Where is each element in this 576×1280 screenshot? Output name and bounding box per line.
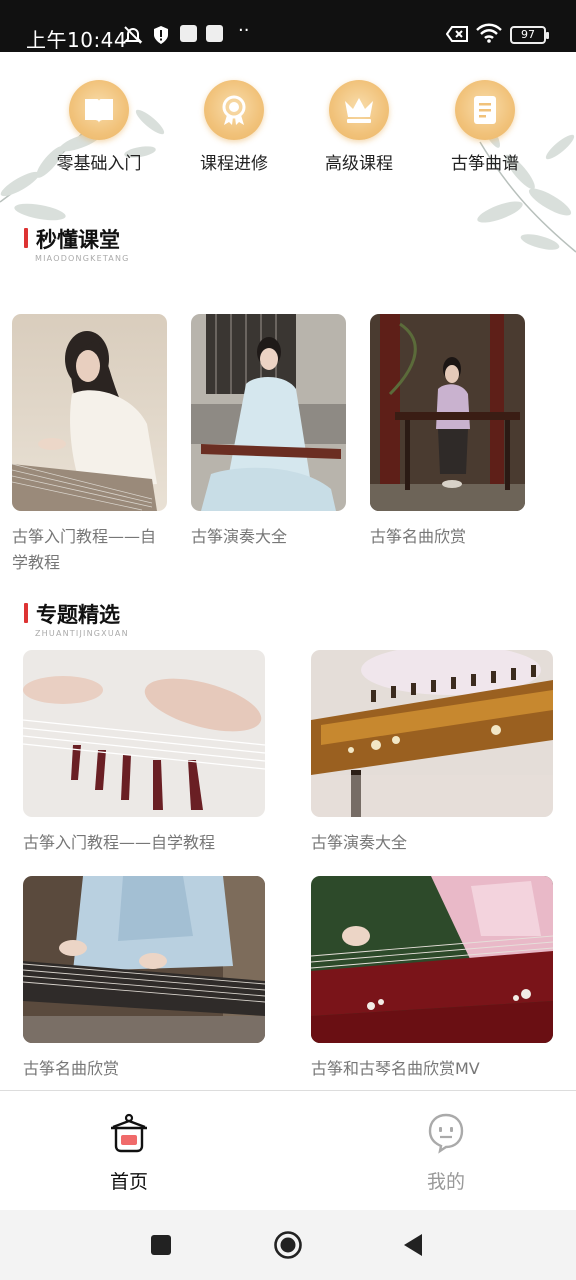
video-caption: 古筝入门教程——自学教程 [12, 527, 157, 572]
tab-home-label: 首页 [109, 1171, 148, 1193]
quick-video-card[interactable]: 古筝演奏大全 [191, 314, 347, 550]
status-bar: 上午10:44 ·· 97 [0, 0, 576, 52]
topic-card[interactable]: 古筝演奏大全 [311, 650, 553, 853]
tab-home[interactable]: 首页 [69, 1111, 189, 1194]
video-thumbnail [191, 314, 346, 511]
category-label: 高级课程 [325, 154, 393, 174]
topic-thumbnail [23, 876, 265, 1043]
section-subtitle: MIAODONGKETANG [35, 254, 130, 263]
section-accent-bar [24, 603, 28, 623]
system-navigation-bar [0, 1210, 576, 1280]
recent-apps-button[interactable] [146, 1230, 176, 1260]
topic-card[interactable]: 古筝和古琴名曲欣赏MV [311, 876, 553, 1079]
topic-caption: 古筝演奏大全 [311, 833, 408, 852]
bottom-navigation: 首页 我的 [0, 1090, 576, 1210]
video-caption: 古筝演奏大全 [191, 527, 288, 546]
topic-thumbnail [311, 650, 553, 817]
category-senior-course[interactable]: 高级课程 [299, 80, 419, 174]
crown-icon [329, 80, 389, 140]
topic-caption: 古筝和古琴名曲欣赏MV [311, 1059, 480, 1078]
category-label: 课程进修 [200, 154, 268, 174]
wifi-icon [476, 23, 502, 47]
tab-mine[interactable]: 我的 [386, 1111, 506, 1194]
mute-bell-icon [122, 25, 144, 49]
video-thumbnail [370, 314, 525, 511]
profile-face-icon [428, 1113, 464, 1154]
book-icon [69, 80, 129, 140]
section-title: 秒懂课堂 [36, 228, 120, 252]
back-button[interactable] [398, 1230, 428, 1260]
category-advanced-study[interactable]: 课程进修 [174, 80, 294, 174]
score-icon [455, 80, 515, 140]
category-row: 零基础入门 课程进修 高级课程 古筝曲谱 [0, 80, 576, 180]
topic-caption: 古筝入门教程——自学教程 [23, 833, 216, 852]
video-caption: 古筝名曲欣赏 [370, 527, 467, 546]
app-notification-icon [206, 25, 223, 42]
square-icon [151, 1235, 171, 1255]
section-title: 专题精选 [36, 603, 120, 627]
quick-video-card[interactable]: 古筝入门教程——自学教程 [12, 314, 168, 576]
topic-thumbnail [23, 650, 265, 817]
battery-icon: 97 [510, 26, 549, 44]
category-music-score[interactable]: 古筝曲谱 [425, 80, 545, 174]
home-button[interactable] [273, 1230, 303, 1260]
app-notification-icon [180, 25, 197, 42]
topic-thumbnail [311, 876, 553, 1043]
battery-x-icon [445, 25, 470, 47]
circle-icon [274, 1231, 302, 1259]
shield-alert-icon [152, 25, 170, 49]
medal-icon [204, 80, 264, 140]
quick-video-card[interactable]: 古筝名曲欣赏 [370, 314, 526, 550]
back-triangle-icon [404, 1234, 422, 1256]
battery-level: 97 [521, 28, 535, 41]
section-accent-bar [24, 228, 28, 248]
category-label: 零基础入门 [56, 154, 142, 174]
category-label: 古筝曲谱 [451, 154, 519, 174]
topic-card[interactable]: 古筝入门教程——自学教程 [23, 650, 265, 853]
section-subtitle: ZHUANTIJINGXUAN [35, 629, 129, 638]
home-pot-icon [111, 1113, 147, 1153]
topic-caption: 古筝名曲欣赏 [23, 1059, 120, 1078]
topic-card[interactable]: 古筝名曲欣赏 [23, 876, 265, 1079]
tab-mine-label: 我的 [426, 1171, 465, 1193]
video-thumbnail [12, 314, 167, 511]
status-time: 上午10:44 [26, 28, 128, 52]
more-dots-icon: ·· [238, 20, 250, 41]
category-beginner[interactable]: 零基础入门 [39, 80, 159, 174]
